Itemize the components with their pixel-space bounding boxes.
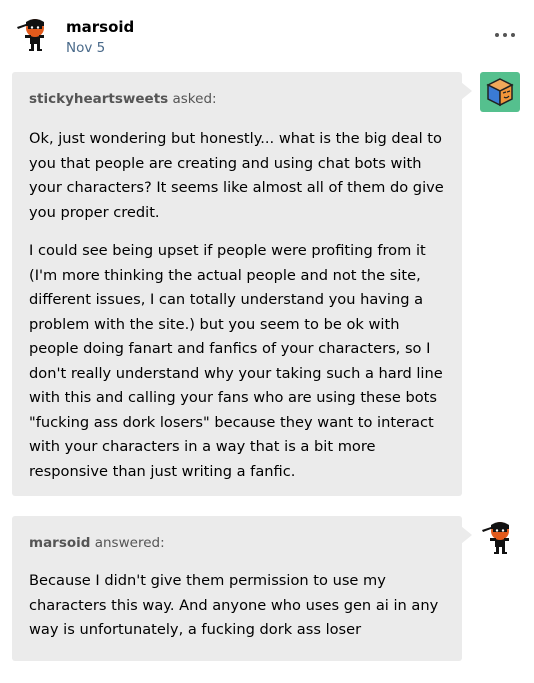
asker-avatar-icon[interactable] — [480, 72, 520, 112]
answerer-name-link[interactable]: marsoid — [29, 535, 90, 551]
question-paragraph: I could see being upset if people were p… — [29, 242, 443, 480]
ask-bubble: stickyheartsweets asked: Ok, just wonder… — [12, 72, 472, 496]
ellipsis-icon — [503, 33, 507, 37]
post-header: marsoid Nov 5 — [0, 0, 534, 66]
ellipsis-icon — [495, 33, 499, 37]
asked-text: asked: — [168, 91, 217, 107]
cube-icon — [486, 78, 514, 107]
bubble-tail — [461, 82, 472, 100]
question-paragraph: Ok, just wondering but honestly... what … — [29, 130, 444, 221]
answer-paragraph: Because I didn't give them permission to… — [29, 572, 439, 638]
author-avatar-icon[interactable] — [14, 15, 54, 55]
answered-text: answered: — [90, 535, 165, 551]
asked-label: stickyheartsweets asked: — [29, 90, 217, 108]
asker-name-link[interactable]: stickyheartsweets — [29, 91, 168, 107]
answered-label: marsoid answered: — [29, 534, 165, 552]
answerer-avatar-icon[interactable] — [479, 518, 519, 558]
more-options-button[interactable] — [494, 28, 516, 42]
answer-bubble: marsoid answered: Because I didn't give … — [12, 516, 472, 661]
bubble-tail — [461, 526, 472, 544]
post-date[interactable]: Nov 5 — [66, 39, 105, 57]
post-card: marsoid Nov 5 stickyheartsweets asked: O… — [0, 0, 534, 683]
ellipsis-icon — [511, 33, 515, 37]
author-name-link[interactable]: marsoid — [66, 17, 134, 37]
